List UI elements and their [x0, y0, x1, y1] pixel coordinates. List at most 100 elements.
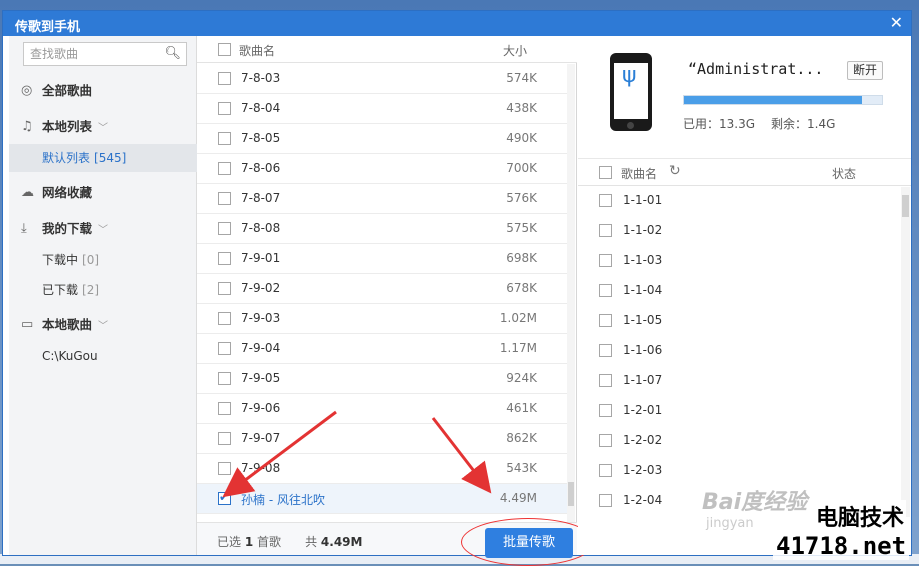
row-checkbox[interactable]: [599, 314, 612, 327]
table-row[interactable]: 7-8-05 490K: [197, 124, 567, 154]
table-row[interactable]: 7-8-03 574K: [197, 64, 567, 94]
table-row[interactable]: 7-9-02 678K: [197, 274, 567, 304]
song-name: 7-9-07: [241, 431, 281, 445]
row-checkbox[interactable]: [599, 254, 612, 267]
list-item[interactable]: 1-1-01: [578, 186, 900, 216]
row-checkbox[interactable]: [599, 224, 612, 237]
total-size: 4.49M: [320, 535, 363, 549]
list-item[interactable]: 1-1-06: [578, 336, 900, 366]
scrollbar[interactable]: [901, 187, 910, 517]
row-checkbox[interactable]: [218, 192, 231, 205]
table-row[interactable]: 7-9-01 698K: [197, 244, 567, 274]
sidebar-item-net-favorites[interactable]: ☁ 网络收藏: [9, 178, 197, 208]
dialog-title: 传歌到手机: [15, 20, 81, 35]
row-checkbox[interactable]: [218, 162, 231, 175]
table-row[interactable]: 7-9-05 924K: [197, 364, 567, 394]
table-row[interactable]: 7-9-04 1.17M: [197, 334, 567, 364]
row-checkbox[interactable]: [218, 312, 231, 325]
sidebar-item-local-lists[interactable]: ♫ 本地列表 ﹀: [9, 112, 197, 142]
search-icon[interactable]: 🔍︎: [164, 46, 181, 61]
column-header-status[interactable]: 状态: [832, 165, 856, 182]
list-item[interactable]: 1-1-05: [578, 306, 900, 336]
batch-transfer-button[interactable]: 批量传歌: [485, 528, 573, 558]
list-item[interactable]: 1-2-03: [578, 456, 900, 486]
song-list-footer: 已选 1 首歌 共 4.49M 批量传歌: [197, 518, 595, 566]
row-checkbox[interactable]: [599, 284, 612, 297]
row-checkbox[interactable]: [599, 194, 612, 207]
song-list-header: 歌曲名 大小: [197, 36, 577, 63]
song-size: 574K: [506, 71, 537, 85]
row-checkbox[interactable]: [599, 404, 612, 417]
home-button-icon: [627, 122, 634, 129]
select-all-checkbox[interactable]: [599, 166, 612, 179]
chevron-down-icon[interactable]: ﹀: [98, 321, 108, 332]
list-item[interactable]: 1-2-02: [578, 426, 900, 456]
column-header-name[interactable]: 歌曲名: [621, 165, 657, 182]
list-item[interactable]: 1-1-03: [578, 246, 900, 276]
cloud-icon: ☁: [21, 185, 34, 200]
download-icon: ⤓: [21, 221, 27, 236]
song-size: 678K: [506, 281, 537, 295]
column-header-name[interactable]: 歌曲名: [239, 42, 275, 59]
row-checkbox[interactable]: [599, 434, 612, 447]
row-checkbox[interactable]: [599, 344, 612, 357]
count-badge: [545]: [94, 151, 127, 165]
song-name: 7-9-03: [241, 311, 281, 325]
table-row[interactable]: 7-9-07 862K: [197, 424, 567, 454]
sidebar-item-local-songs[interactable]: ▭ 本地歌曲 ﹀: [9, 310, 197, 340]
row-checkbox[interactable]: [218, 252, 231, 265]
row-checkbox[interactable]: [218, 72, 231, 85]
scrollbar[interactable]: [567, 64, 575, 524]
chevron-down-icon[interactable]: ﹀: [98, 123, 108, 134]
song-name: 7-8-03: [241, 71, 281, 85]
list-item[interactable]: 1-2-01: [578, 396, 900, 426]
sidebar-item-all-songs[interactable]: ◎ 全部歌曲: [9, 76, 197, 106]
table-row[interactable]: 7-9-08 543K: [197, 454, 567, 484]
sidebar-item-kugou-folder[interactable]: C:\KuGou: [9, 342, 197, 370]
table-row[interactable]: 7-8-08 575K: [197, 214, 567, 244]
row-checkbox[interactable]: [218, 222, 231, 235]
selected-count: 1: [244, 535, 254, 549]
scrollbar-thumb[interactable]: [902, 195, 909, 217]
row-checkbox[interactable]: [218, 282, 231, 295]
table-row[interactable]: 7-9-06 461K: [197, 394, 567, 424]
row-checkbox[interactable]: [218, 462, 231, 475]
row-checkbox[interactable]: [599, 464, 612, 477]
row-checkbox[interactable]: [599, 374, 612, 387]
select-all-checkbox[interactable]: [218, 43, 231, 56]
sidebar-item-default-list[interactable]: 默认列表 [545]: [9, 144, 197, 172]
device-song-name: 1-1-05: [623, 313, 663, 327]
song-name: 7-8-05: [241, 131, 281, 145]
column-header-size[interactable]: 大小: [503, 42, 527, 59]
search-input[interactable]: [24, 43, 159, 65]
song-size: 1.17M: [499, 341, 537, 355]
chevron-down-icon[interactable]: ﹀: [98, 225, 108, 236]
row-checkbox[interactable]: [218, 372, 231, 385]
row-checkbox[interactable]: [218, 490, 231, 505]
table-row[interactable]: 7-8-06 700K: [197, 154, 567, 184]
row-checkbox[interactable]: [218, 342, 231, 355]
list-item[interactable]: 1-1-07: [578, 366, 900, 396]
table-row[interactable]: 7-9-03 1.02M: [197, 304, 567, 334]
row-checkbox[interactable]: [218, 102, 231, 115]
sidebar-item-downloading[interactable]: 下载中 [0]: [9, 246, 197, 274]
transfer-to-phone-dialog: 传歌到手机 ✕ 🔍︎ ◎ 全部歌曲 ♫ 本地列表 ﹀ 默认列表[545] ☁ 网络…: [2, 10, 912, 566]
song-size: 698K: [506, 251, 537, 265]
table-row[interactable]: 7-8-04 438K: [197, 94, 567, 124]
refresh-icon[interactable]: ↻: [669, 163, 681, 179]
list-item[interactable]: 1-1-02: [578, 216, 900, 246]
sidebar-item-my-downloads[interactable]: ⤓ 我的下载 ﹀: [9, 214, 197, 244]
row-checkbox[interactable]: [218, 402, 231, 415]
row-checkbox[interactable]: [599, 494, 612, 507]
sidebar-item-downloaded[interactable]: 已下载 [2]: [9, 276, 197, 304]
table-row[interactable]: 孙楠 - 风往北吹 4.49M: [197, 484, 567, 514]
disconnect-button[interactable]: 断开: [847, 61, 883, 80]
song-size: 924K: [506, 371, 537, 385]
scrollbar-thumb[interactable]: [568, 482, 574, 506]
row-checkbox[interactable]: [218, 432, 231, 445]
list-item[interactable]: 1-1-04: [578, 276, 900, 306]
row-checkbox[interactable]: [218, 132, 231, 145]
song-size: 490K: [506, 131, 537, 145]
table-row[interactable]: 7-8-07 576K: [197, 184, 567, 214]
close-icon[interactable]: ✕: [890, 13, 903, 32]
